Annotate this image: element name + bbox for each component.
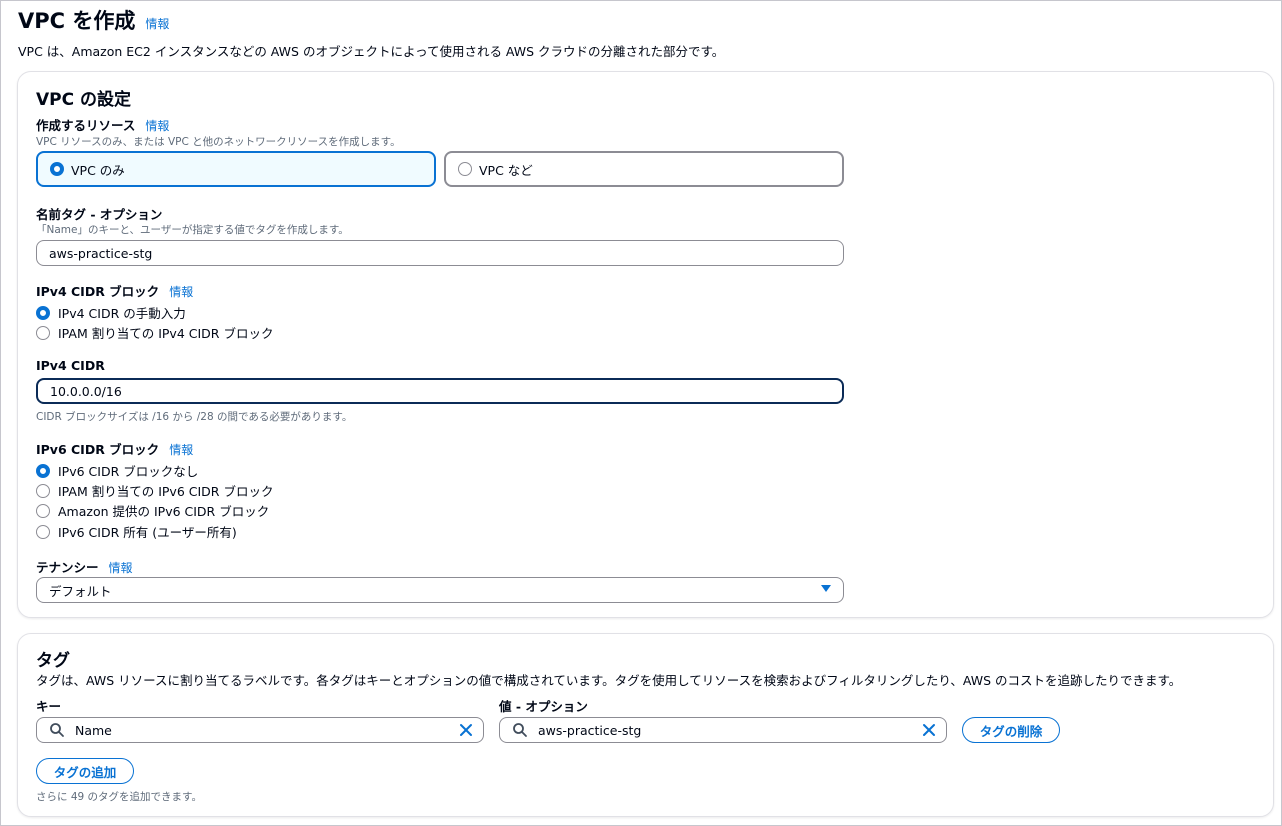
- ipv4-cidr-value: 10.0.0.0/16: [50, 383, 122, 399]
- resources-hint: VPC リソースのみ、または VPC と他のネットワークリソースを作成します。: [36, 136, 401, 148]
- close-icon[interactable]: [459, 723, 473, 740]
- add-tag-button[interactable]: タグの追加: [36, 758, 134, 784]
- resource-tile-label: VPC のみ: [71, 162, 125, 178]
- page-header: VPC を作成 情報: [18, 5, 169, 35]
- vpc-settings-title: VPC の設定: [36, 90, 132, 110]
- tags-title: タグ: [36, 651, 70, 671]
- ipv6-option-amazon[interactable]: Amazon 提供の IPv6 CIDR ブロック: [36, 501, 269, 520]
- ipv4-cidr-input[interactable]: 10.0.0.0/16: [36, 378, 844, 404]
- tenancy-label: テナンシー: [36, 560, 99, 575]
- ipv4-block-info-link[interactable]: 情報: [169, 283, 193, 300]
- tenancy-label-group: テナンシー 情報: [36, 557, 133, 576]
- ipv6-block-label-group: IPv6 CIDR ブロック 情報: [36, 439, 193, 458]
- tenancy-value: デフォルト: [49, 583, 112, 599]
- radio-selected-icon: [36, 305, 50, 320]
- ipv4-option-label: IPAM 割り当ての IPv4 CIDR ブロック: [58, 326, 274, 341]
- ipv6-option-label: IPv6 CIDR 所有 (ユーザー所有): [58, 525, 237, 540]
- tag-key-input[interactable]: Name: [36, 717, 484, 743]
- remove-tag-button[interactable]: タグの削除: [962, 717, 1060, 743]
- ipv4-option-manual[interactable]: IPv4 CIDR の手動入力: [36, 303, 186, 322]
- close-icon[interactable]: [922, 723, 936, 740]
- tenancy-select[interactable]: デフォルト: [36, 577, 844, 603]
- radio-selected-icon: [50, 162, 64, 176]
- name-tag-hint: 「Name」のキーと、ユーザーが指定する値でタグを作成します。: [36, 224, 349, 236]
- ipv4-option-label: IPv4 CIDR の手動入力: [58, 306, 186, 321]
- tag-value-value: aws-practice-stg: [538, 722, 642, 738]
- ipv6-option-label: IPAM 割り当ての IPv6 CIDR ブロック: [58, 484, 274, 499]
- radio-unselected-icon: [36, 325, 50, 340]
- name-tag-input[interactable]: aws-practice-stg: [36, 240, 844, 266]
- page-description: VPC は、Amazon EC2 インスタンスなどの AWS のオブジェクトによ…: [18, 44, 725, 59]
- radio-unselected-icon: [36, 503, 50, 518]
- search-icon: [49, 722, 65, 738]
- name-tag-value: aws-practice-stg: [49, 245, 153, 261]
- resources-label: 作成するリソース: [36, 118, 136, 133]
- resource-tile-label: VPC など: [479, 162, 533, 178]
- tag-key-value: Name: [75, 722, 112, 738]
- ipv6-option-label: Amazon 提供の IPv6 CIDR ブロック: [58, 504, 270, 519]
- ipv6-option-none[interactable]: IPv6 CIDR ブロックなし: [36, 461, 198, 480]
- search-icon: [512, 722, 528, 738]
- tag-value-input[interactable]: aws-practice-stg: [499, 717, 947, 743]
- ipv6-block-info-link[interactable]: 情報: [169, 441, 193, 458]
- radio-selected-icon: [36, 463, 50, 478]
- tag-key-label: キー: [36, 699, 62, 714]
- ipv6-block-label: IPv6 CIDR ブロック: [36, 442, 160, 457]
- ipv4-option-ipam[interactable]: IPAM 割り当ての IPv4 CIDR ブロック: [36, 323, 273, 342]
- radio-unselected-icon: [36, 524, 50, 539]
- ipv4-cidr-hint: CIDR ブロックサイズは /16 から /28 の間である必要があります。: [36, 411, 353, 423]
- ipv4-block-label: IPv4 CIDR ブロック: [36, 284, 160, 299]
- page-info-link[interactable]: 情報: [145, 15, 169, 32]
- radio-unselected-icon: [458, 162, 472, 176]
- ipv6-option-ipam[interactable]: IPAM 割り当ての IPv6 CIDR ブロック: [36, 481, 273, 500]
- ipv4-block-label-group: IPv4 CIDR ブロック 情報: [36, 281, 193, 300]
- name-tag-label: 名前タグ - オプション: [36, 207, 163, 222]
- ipv4-cidr-label: IPv4 CIDR: [36, 358, 105, 373]
- resources-info-link[interactable]: 情報: [145, 117, 169, 134]
- tenancy-info-link[interactable]: 情報: [109, 559, 133, 576]
- ipv6-option-label: IPv6 CIDR ブロックなし: [58, 464, 199, 479]
- tags-description: タグは、AWS リソースに割り当てるラベルです。各タグはキーとオプションの値で構…: [36, 673, 1182, 688]
- resource-tile-vpc-only[interactable]: VPC のみ: [36, 151, 436, 187]
- resource-tile-vpc-and-more[interactable]: VPC など: [444, 151, 844, 187]
- tag-value-label: 値 - オプション: [499, 699, 588, 714]
- caret-down-icon: [821, 585, 831, 592]
- page-title: VPC を作成: [18, 9, 136, 33]
- ipv6-option-byoip[interactable]: IPv6 CIDR 所有 (ユーザー所有): [36, 522, 237, 541]
- radio-unselected-icon: [36, 483, 50, 498]
- resources-label-group: 作成するリソース 情報: [36, 115, 169, 134]
- tags-remaining-hint: さらに 49 のタグを追加できます。: [36, 791, 202, 803]
